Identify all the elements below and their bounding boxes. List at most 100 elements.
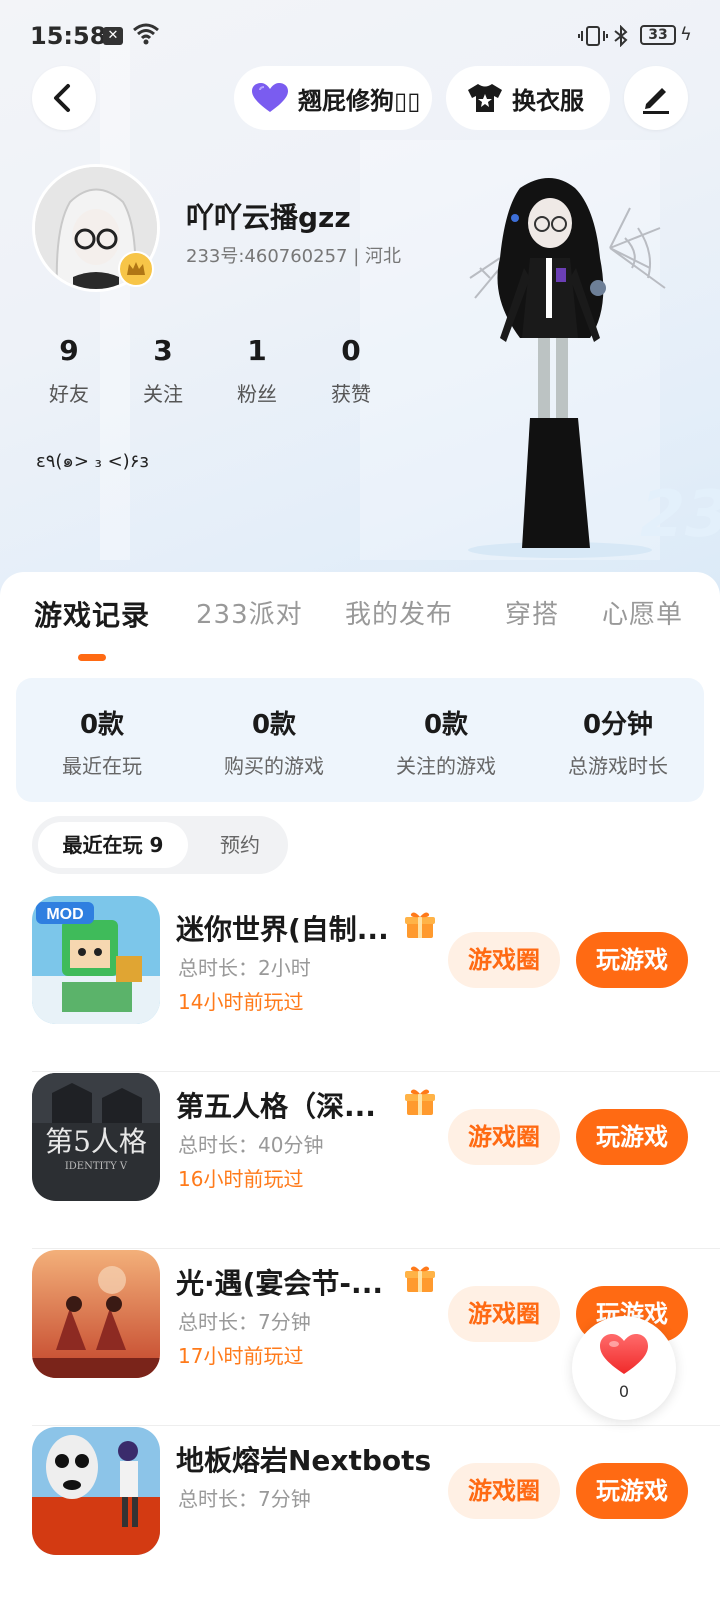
edit-profile-button[interactable] bbox=[624, 66, 688, 130]
heart-icon bbox=[252, 83, 288, 112]
game-duration: 总时长：40分钟 bbox=[178, 1133, 324, 1157]
game-last-played: 14小时前玩过 bbox=[178, 990, 304, 1014]
bluetooth-icon bbox=[614, 25, 628, 47]
mod-badge: MOD bbox=[46, 906, 83, 923]
game-last-played: 17小时前玩过 bbox=[178, 1344, 304, 1368]
game-name: 第五人格（深... bbox=[176, 1090, 376, 1123]
summary-value: 0款 bbox=[423, 710, 469, 740]
profile-stats: 9 好友 3 关注 1 粉丝 0 获赞 bbox=[22, 334, 398, 414]
stat-fans[interactable]: 1 粉丝 bbox=[210, 334, 304, 407]
floating-like-button[interactable]: 0 bbox=[572, 1316, 676, 1420]
battery-icon: 33 bbox=[640, 25, 676, 45]
tab-outfits[interactable]: 穿搭 bbox=[505, 594, 559, 631]
charging-icon: ϟ bbox=[680, 24, 692, 45]
game-circle-button[interactable]: 游戏圈 bbox=[448, 1463, 560, 1519]
gift-icon[interactable] bbox=[404, 1087, 436, 1117]
game-circle-button[interactable]: 游戏圈 bbox=[448, 1286, 560, 1342]
stat-label: 粉丝 bbox=[237, 382, 277, 406]
crown-icon bbox=[127, 262, 145, 275]
window-light bbox=[100, 40, 130, 560]
sky-game-icon bbox=[32, 1250, 160, 1378]
summary-total-time: 0分钟 总游戏时长 bbox=[532, 704, 704, 779]
identity-v-subtitle: IDENTITY V bbox=[65, 1161, 128, 1172]
change-outfit-button[interactable]: 换衣服 bbox=[446, 66, 610, 130]
stat-value: 9 bbox=[59, 334, 79, 367]
summary-value: 0分钟 bbox=[582, 710, 654, 740]
subtab-recent[interactable]: 最近在玩 9 bbox=[38, 822, 188, 868]
vibrate-icon bbox=[578, 26, 608, 46]
back-button[interactable] bbox=[32, 66, 96, 130]
summary-label: 购买的游戏 bbox=[224, 754, 324, 778]
user-id-location: 233号:460760257 | 河北 bbox=[186, 246, 401, 267]
summary-label: 最近在玩 bbox=[62, 754, 142, 778]
tab-my-posts[interactable]: 我的发布 bbox=[345, 594, 453, 631]
stat-value: 0 bbox=[341, 334, 361, 367]
game-icon: MOD bbox=[32, 896, 160, 1024]
gift-icon[interactable] bbox=[404, 910, 436, 940]
game-circle-button[interactable]: 游戏圈 bbox=[448, 932, 560, 988]
game-icon: 第5人格 IDENTITY V bbox=[32, 1073, 160, 1201]
summary-value: 0款 bbox=[251, 710, 297, 740]
tab-233-party[interactable]: 233派对 bbox=[196, 594, 303, 631]
stat-likes[interactable]: 0 获赞 bbox=[304, 334, 398, 407]
nextbots-icon bbox=[32, 1427, 160, 1555]
character-3d-avatar[interactable] bbox=[460, 168, 680, 558]
summary-label: 总游戏时长 bbox=[568, 754, 668, 778]
wifi-icon bbox=[133, 23, 159, 45]
stat-friends[interactable]: 9 好友 bbox=[22, 334, 116, 407]
like-count: 0 bbox=[618, 1382, 630, 1401]
profile-bio: ε٩(๑> ₃ <)۶з bbox=[36, 451, 149, 472]
username: 吖吖云播gzz bbox=[186, 201, 351, 234]
stat-label: 好友 bbox=[49, 382, 89, 406]
notification-icon: ✕ bbox=[103, 27, 123, 45]
summary-value: 0款 bbox=[79, 710, 125, 740]
game-circle-button[interactable]: 游戏圈 bbox=[448, 1109, 560, 1165]
game-row[interactable]: 地板熔岩Nextbots 总时长：7分钟 游戏圈 玩游戏 bbox=[0, 1427, 720, 1603]
game-name: 光·遇(宴会节-... bbox=[176, 1267, 383, 1300]
summary-purchased: 0款 购买的游戏 bbox=[188, 704, 360, 779]
stat-value: 1 bbox=[247, 334, 267, 367]
game-duration: 总时长：7分钟 bbox=[178, 1487, 311, 1511]
pet-label: 翘屁修狗▯▯ bbox=[298, 86, 421, 115]
crown-badge-icon bbox=[118, 251, 154, 287]
tab-wishlist[interactable]: 心愿单 bbox=[602, 594, 683, 631]
row-divider bbox=[32, 1425, 720, 1426]
stat-following[interactable]: 3 关注 bbox=[116, 334, 210, 407]
identity-v-title: 第5人格 bbox=[45, 1125, 147, 1158]
tshirt-icon bbox=[468, 84, 502, 112]
play-game-button[interactable]: 玩游戏 bbox=[576, 1109, 688, 1165]
stat-value: 3 bbox=[153, 334, 173, 367]
summary-followed: 0款 关注的游戏 bbox=[360, 704, 532, 779]
status-time: 15:58 bbox=[30, 22, 107, 50]
game-summary: 0款 最近在玩 0款 购买的游戏 0款 关注的游戏 0分钟 总游戏时长 bbox=[16, 678, 704, 802]
heart-icon bbox=[600, 1334, 648, 1374]
row-divider bbox=[32, 1071, 720, 1072]
summary-recent: 0款 最近在玩 bbox=[16, 704, 188, 779]
game-icon bbox=[32, 1427, 160, 1555]
game-name: 地板熔岩Nextbots bbox=[176, 1444, 432, 1477]
game-name: 迷你世界(自制... bbox=[176, 913, 389, 946]
status-bar: 15:58 ✕ 33 ϟ bbox=[0, 0, 720, 72]
game-duration: 总时长：7分钟 bbox=[178, 1310, 311, 1334]
profile-tabs: 游戏记录 233派对 我的发布 穿搭 心愿单 bbox=[0, 594, 720, 644]
game-row[interactable]: MOD 迷你世界(自制... 总时长：2小时 14小时前玩过 游戏圈 玩游戏 bbox=[0, 896, 720, 1072]
game-icon bbox=[32, 1250, 160, 1378]
game-duration: 总时长：2小时 bbox=[178, 956, 311, 980]
chevron-left-icon bbox=[54, 84, 70, 112]
stat-label: 获赞 bbox=[331, 382, 371, 406]
pencil-icon bbox=[643, 88, 669, 114]
tab-game-records[interactable]: 游戏记录 bbox=[34, 594, 150, 634]
play-game-button[interactable]: 玩游戏 bbox=[576, 1463, 688, 1519]
row-divider bbox=[32, 1248, 720, 1249]
game-row[interactable]: 第5人格 IDENTITY V 第五人格（深... 总时长：40分钟 16小时前… bbox=[0, 1073, 720, 1249]
identity-v-icon: 第5人格 IDENTITY V bbox=[32, 1073, 160, 1201]
active-tab-indicator bbox=[78, 654, 106, 661]
play-game-button[interactable]: 玩游戏 bbox=[576, 932, 688, 988]
stat-label: 关注 bbox=[143, 382, 183, 406]
mini-world-icon: MOD bbox=[32, 896, 160, 1024]
game-subtabs: 最近在玩 9 预约 bbox=[32, 816, 288, 874]
gift-icon[interactable] bbox=[404, 1264, 436, 1294]
pet-button[interactable]: 翘屁修狗▯▯ bbox=[234, 66, 432, 130]
change-outfit-label: 换衣服 bbox=[512, 86, 584, 115]
subtab-reserve[interactable]: 预约 bbox=[204, 822, 276, 868]
